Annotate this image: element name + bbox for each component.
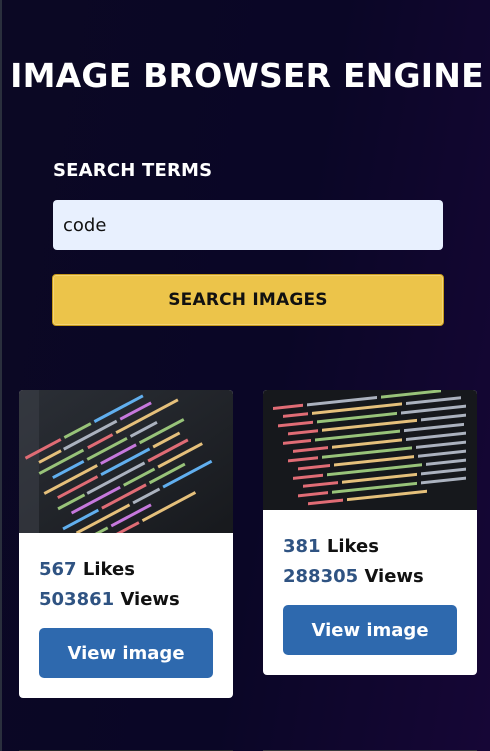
view-image-button[interactable]: View image xyxy=(283,605,457,655)
views-count: 288305 Views xyxy=(283,566,424,587)
views-number: 288305 xyxy=(283,566,359,587)
likes-label: Likes xyxy=(82,559,135,580)
search-terms-label: SEARCH TERMS xyxy=(53,160,213,181)
search-input[interactable] xyxy=(53,200,443,250)
views-label: Views xyxy=(364,566,424,587)
view-image-button[interactable]: View image xyxy=(39,628,213,678)
page-title: IMAGE BROWSER ENGINE xyxy=(10,56,484,95)
search-images-button[interactable]: SEARCH IMAGES xyxy=(52,274,444,326)
image-thumbnail[interactable] xyxy=(263,390,477,510)
views-count: 503861 Views xyxy=(39,589,180,610)
likes-number: 567 xyxy=(39,559,77,580)
likes-count: 567 Likes xyxy=(39,559,135,580)
likes-count: 381 Likes xyxy=(283,536,379,557)
views-label: Views xyxy=(120,589,180,610)
likes-label: Likes xyxy=(326,536,379,557)
image-thumbnail[interactable] xyxy=(19,390,233,533)
likes-number: 381 xyxy=(283,536,321,557)
image-card: 381 Likes 288305 Views View image xyxy=(263,390,477,675)
views-number: 503861 xyxy=(39,589,115,610)
next-image-thumbnail[interactable] xyxy=(263,744,477,751)
next-image-thumbnail[interactable] xyxy=(19,744,233,751)
image-card: 567 Likes 503861 Views View image xyxy=(19,390,233,698)
